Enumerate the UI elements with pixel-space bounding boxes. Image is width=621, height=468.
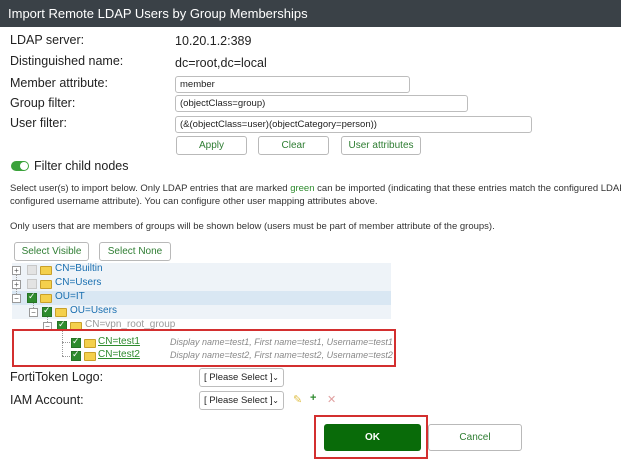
select-visible-button[interactable]: Select Visible [14,242,89,261]
tree-node-users-cn[interactable]: CN=Users [55,277,101,288]
member-attr-label: Member attribute: [10,76,108,90]
expand-icon[interactable]: + [12,266,21,275]
checkbox-builtin[interactable] [27,265,37,275]
tree-node-ou-it[interactable]: OU=IT [55,291,85,302]
delete-icon[interactable]: ✕ [327,393,336,406]
dialog-title: Import Remote LDAP Users by Group Member… [0,0,621,27]
checkbox-ou-it[interactable] [27,291,37,303]
desc-post: can be imported (indicating that these e… [314,183,621,194]
checkbox-ou-users[interactable] [42,305,52,317]
filter-child-toggle[interactable] [11,161,29,171]
user-filter-input[interactable]: (&(objectClass=user)(objectCategory=pers… [175,116,532,133]
desc-green-word: green [290,183,315,194]
fortitoken-label: FortiToken Logo: [10,370,104,384]
edit-icon[interactable]: ✎ [293,393,302,406]
ldap-server-label: LDAP server: [10,33,85,47]
highlight-users-box [12,329,396,367]
chevron-down-icon: ⌄ [272,373,279,382]
tree-node-ou-users[interactable]: OU=Users [70,305,117,316]
folder-open-icon [55,308,67,317]
collapse-icon[interactable]: − [12,294,21,303]
clear-button[interactable]: Clear [258,136,329,155]
expand-icon[interactable]: + [12,280,21,289]
iam-label: IAM Account: [10,393,84,407]
chevron-down-icon: ⌄ [272,396,279,405]
add-icon[interactable]: + [310,392,316,404]
cancel-button[interactable]: Cancel [428,424,522,451]
member-attr-input[interactable]: member [175,76,410,93]
ok-button[interactable]: OK [324,424,421,451]
fortitoken-value: [ Please Select ] [204,372,273,383]
toggle-knob [20,162,28,170]
fortitoken-select[interactable]: [ Please Select ] ⌄ [199,368,284,387]
user-attributes-button[interactable]: User attributes [341,136,421,155]
desc-pre: Select user(s) to import below. Only LDA… [10,183,291,194]
apply-button[interactable]: Apply [176,136,247,155]
description-line-1: Select user(s) to import below. Only LDA… [10,183,621,194]
checkbox-users-cn[interactable] [27,279,37,289]
filter-child-label: Filter child nodes [34,159,129,173]
iam-value: [ Please Select ] [204,395,273,406]
dn-label: Distinguished name: [10,54,124,68]
user-filter-label: User filter: [10,116,67,130]
dn-value: dc=root,dc=local [175,56,267,70]
folder-open-icon [40,294,52,303]
ldap-server-value: 10.20.1.2:389 [175,34,252,48]
tree-row-bg [12,305,391,319]
group-filter-label: Group filter: [10,96,76,110]
tree-node-builtin[interactable]: CN=Builtin [55,263,103,274]
collapse-icon[interactable]: − [29,308,38,317]
iam-select[interactable]: [ Please Select ] ⌄ [199,391,284,410]
folder-icon [40,266,52,275]
select-none-button[interactable]: Select None [99,242,171,261]
description-line-2: configured username attribute). You can … [10,196,378,207]
folder-icon [40,280,52,289]
description-line-3: Only users that are members of groups wi… [10,221,495,232]
group-filter-input[interactable]: (objectClass=group) [175,95,468,112]
